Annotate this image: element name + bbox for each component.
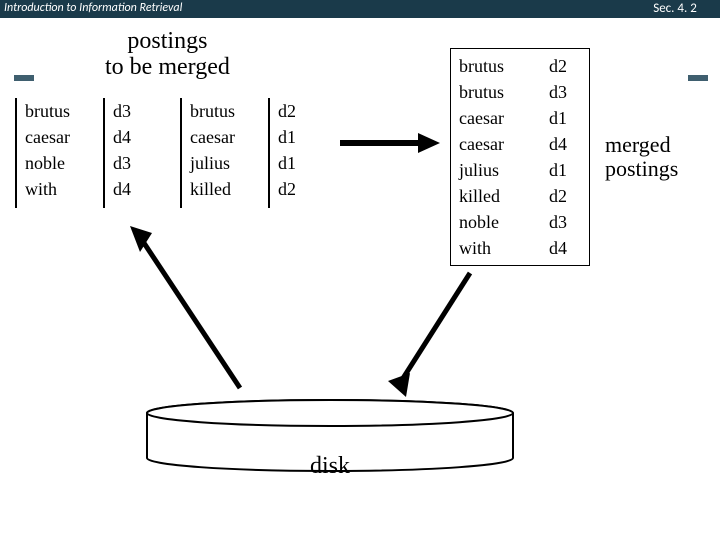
block2-docs: d2 d1 d1 d2 [278,98,296,202]
disk-label: disk [310,453,350,480]
course-title: Introduction to Information Retrieval [4,1,182,15]
section-label: Sec. 4. 2 [630,0,720,18]
merged-terms: brutus brutus caesar caesar julius kille… [459,53,504,261]
doc-cell: d1 [278,150,296,176]
doc-cell: d4 [549,235,567,261]
diagram-canvas: postings to be merged brutus caesar nobl… [0,18,720,540]
term-cell: noble [459,209,504,235]
merged-label-line1: merged [605,133,678,157]
term-cell: with [25,176,70,202]
block1-terms: brutus caesar noble with [25,98,70,202]
slide-header: Introduction to Information Retrieval Se… [0,0,720,18]
doc-cell: d4 [113,176,131,202]
term-cell: caesar [459,105,504,131]
divider [180,98,182,208]
doc-cell: d4 [549,131,567,157]
term-cell: with [459,235,504,261]
merged-docs: d2 d3 d1 d4 d1 d2 d3 d4 [549,53,567,261]
merged-label-line2: postings [605,157,678,181]
term-cell: killed [459,183,504,209]
doc-cell: d3 [113,150,131,176]
term-cell: brutus [459,79,504,105]
doc-cell: d3 [549,209,567,235]
block1-docs: d3 d4 d3 d4 [113,98,131,202]
arrow-from-disk-left-icon [120,218,270,398]
postings-block-2: brutus caesar julius killed d2 d1 d1 d2 [180,98,320,208]
doc-cell: d1 [549,157,567,183]
merged-postings-label: merged postings [605,133,678,181]
doc-cell: d2 [549,53,567,79]
doc-cell: d2 [549,183,567,209]
postings-block-1: brutus caesar noble with d3 d4 d3 d4 [15,98,155,208]
term-cell: caesar [190,124,235,150]
postings-title-line2: to be merged [105,54,230,80]
term-cell: julius [190,150,235,176]
block2-terms: brutus caesar julius killed [190,98,235,202]
doc-cell: d1 [278,124,296,150]
divider [268,98,270,208]
term-cell: brutus [190,98,235,124]
term-cell: killed [190,176,235,202]
merged-postings-block: brutus brutus caesar caesar julius kille… [450,48,590,266]
term-cell: caesar [25,124,70,150]
doc-cell: d3 [113,98,131,124]
term-cell: caesar [459,131,504,157]
divider [15,98,17,208]
doc-cell: d2 [278,176,296,202]
divider [103,98,105,208]
arrow-merge-icon [340,128,440,158]
term-cell: brutus [25,98,70,124]
postings-title-line1: postings [105,28,230,54]
doc-cell: d2 [278,98,296,124]
term-cell: noble [25,150,70,176]
doc-cell: d4 [113,124,131,150]
arrow-to-disk-right-icon [380,273,500,403]
doc-cell: d3 [549,79,567,105]
doc-cell: d1 [549,105,567,131]
postings-title: postings to be merged [105,28,230,81]
term-cell: julius [459,157,504,183]
term-cell: brutus [459,53,504,79]
